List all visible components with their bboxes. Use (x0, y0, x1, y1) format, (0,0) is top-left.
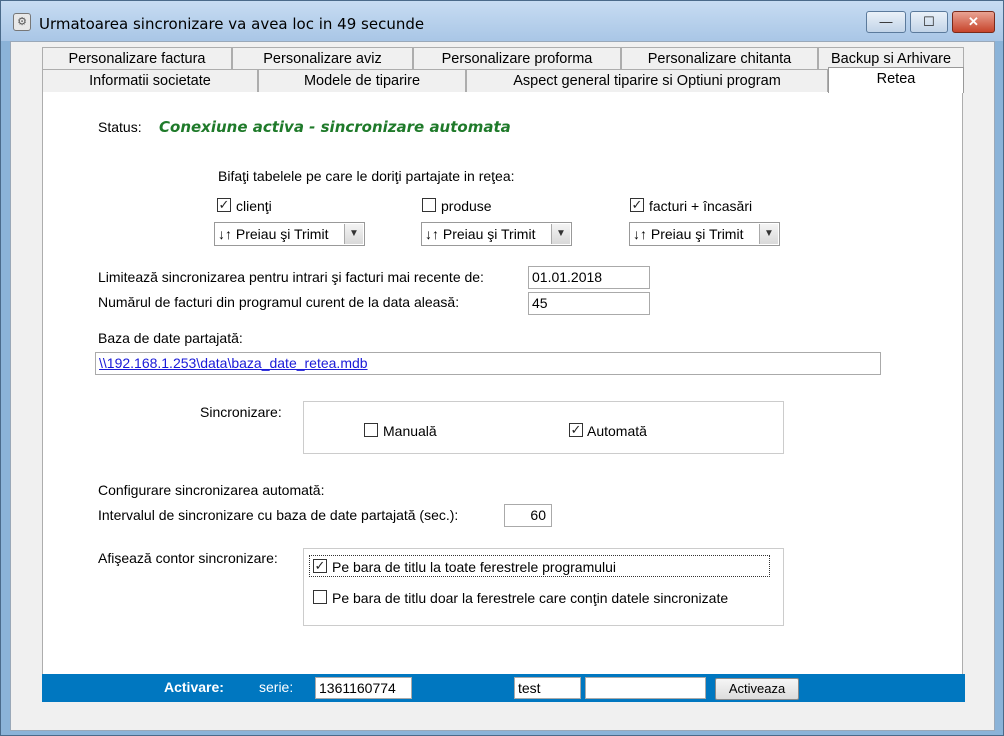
minimize-button[interactable]: — (866, 11, 906, 33)
dialog-client-area: Personalizare factura Personalizare aviz… (10, 41, 995, 731)
activate-button[interactable]: Activeaza (715, 678, 799, 700)
tab-personalizare-chitanta[interactable]: Personalizare chitanta (621, 47, 818, 70)
app-window: ⚙ Urmatoarea sincronizare va avea loc in… (0, 0, 1004, 736)
checkbox-produse[interactable] (422, 198, 436, 212)
activation-bar: Activare: serie: 1361160774 test Activea… (42, 674, 965, 702)
title-bar: ⚙ Urmatoarea sincronizare va avea loc in… (1, 1, 1003, 41)
maximize-button[interactable]: ☐ (910, 11, 948, 33)
limit-label: Limitează sincronizarea pentru intrari ş… (98, 269, 484, 285)
tab-personalizare-proforma[interactable]: Personalizare proforma (413, 47, 621, 70)
chevron-down-icon: ▼ (759, 224, 778, 244)
label-counter-all-windows: Pe bara de titlu la toate ferestrele pro… (332, 559, 617, 575)
serie-input[interactable]: 1361160774 (315, 677, 412, 699)
label-sync-auto: Automată (587, 423, 647, 439)
mode-select-clienti[interactable]: ↓↑ Preiau şi Trimit ▼ (214, 222, 365, 246)
checkbox-sync-auto[interactable]: ✓ (569, 423, 583, 437)
auto-config-heading: Configurare sincronizarea automată: (98, 482, 325, 498)
label-produse: produse (441, 198, 492, 214)
mode-select-produse-value: ↓↑ Preiau şi Trimit (425, 226, 536, 242)
activation-label: Activare: (164, 679, 224, 695)
invoice-count-field: 45 (528, 292, 650, 315)
mode-select-facturi-value: ↓↑ Preiau şi Trimit (633, 226, 744, 242)
tab-personalizare-aviz[interactable]: Personalizare aviz (232, 47, 413, 70)
status-label: Status: (98, 119, 142, 135)
database-label: Baza de date partajată: (98, 330, 243, 346)
mode-select-clienti-value: ↓↑ Preiau şi Trimit (218, 226, 329, 242)
chevron-down-icon: ▼ (551, 224, 570, 244)
checkbox-facturi-incasari[interactable]: ✓ (630, 198, 644, 212)
label-facturi-incasari: facturi + încasări (649, 198, 753, 214)
label-sync-manual: Manuală (383, 423, 437, 439)
sync-mode-group: Manuală ✓ Automată (303, 401, 784, 454)
interval-label: Intervalul de sincronizare cu baza de da… (98, 507, 459, 523)
tab-aspect-general[interactable]: Aspect general tiparire si Optiuni progr… (466, 69, 828, 92)
tab-personalizare-factura[interactable]: Personalizare factura (42, 47, 232, 70)
close-button[interactable]: ✕ (952, 11, 995, 33)
chevron-down-icon: ▼ (344, 224, 363, 244)
activation-code-input[interactable] (585, 677, 706, 699)
invoice-count-label: Numărul de facturi din programul curent … (98, 294, 460, 310)
window-title: Urmatoarea sincronizare va avea loc in 4… (39, 15, 425, 33)
app-icon: ⚙ (13, 13, 31, 31)
tab-row-2: Informatii societate Modele de tiparire … (42, 67, 997, 93)
interval-input[interactable]: 60 (504, 504, 552, 527)
mode-select-produse[interactable]: ↓↑ Preiau şi Trimit ▼ (421, 222, 572, 246)
checkbox-counter-sync-windows[interactable] (313, 590, 327, 604)
serie-label: serie: (259, 679, 294, 695)
mode-select-facturi[interactable]: ↓↑ Preiau şi Trimit ▼ (629, 222, 780, 246)
counter-options-group: ✓ Pe bara de titlu la toate ferestrele p… (303, 548, 784, 626)
tab-retea[interactable]: Retea (828, 67, 964, 93)
tables-heading: Bifaţi tabelele pe care le doriţi partaj… (218, 168, 515, 184)
checkbox-counter-all-windows[interactable]: ✓ (313, 559, 327, 573)
status-value: Conexiune activa - sincronizare automata (159, 118, 511, 136)
sync-label: Sincronizare: (200, 404, 282, 420)
checkbox-clienti[interactable]: ✓ (217, 198, 231, 212)
tab-informatii-societate[interactable]: Informatii societate (42, 69, 258, 92)
counter-label: Afişează contor sincronizare: (98, 550, 278, 566)
tab-modele-tiparire[interactable]: Modele de tiparire (258, 69, 466, 92)
label-clienti: clienţi (236, 198, 272, 214)
limit-date-input[interactable]: 01.01.2018 (528, 266, 650, 289)
database-path-field[interactable]: \\192.168.1.253\data\baza_date_retea.mdb (95, 352, 881, 375)
label-counter-sync-windows: Pe bara de titlu doar la ferestrele care… (332, 590, 729, 606)
activation-name-input[interactable]: test (514, 677, 581, 699)
retea-panel: Status: Conexiune activa - sincronizare … (42, 92, 963, 676)
checkbox-sync-manual[interactable] (364, 423, 378, 437)
